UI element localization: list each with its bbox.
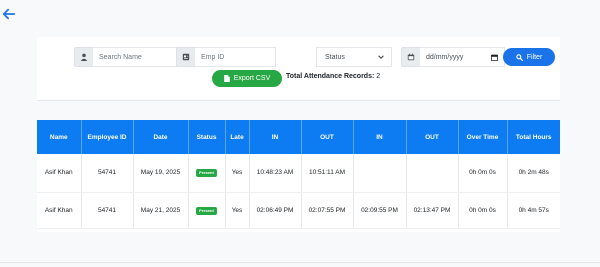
export-csv-button[interactable]: Export CSV (212, 70, 282, 87)
table-row: Asif Khan 54741 May 21, 2025 Present Yes… (37, 192, 560, 229)
header-name[interactable]: Name (37, 120, 82, 154)
cell-over-time: 0h 0m 0s (458, 154, 508, 193)
search-name-input[interactable]: Search Name (93, 47, 178, 67)
filter-bar: Search Name Emp ID Status dd/mm/yyyy Fil… (74, 47, 564, 69)
cell-in-2: 02:09:55 PM (353, 192, 407, 229)
back-arrow-icon[interactable] (2, 7, 16, 21)
emp-id-placeholder: Emp ID (201, 53, 225, 61)
date-picker-icon[interactable] (491, 54, 498, 61)
search-icon (515, 53, 523, 61)
cell-out-2: 02:13:47 PM (406, 192, 459, 229)
cell-total-hours: 0h 4m 57s (507, 192, 560, 229)
search-name-group: Search Name (74, 47, 178, 67)
cell-late: Yes (225, 154, 250, 193)
emp-id-group: Emp ID (176, 47, 276, 67)
header-over-time[interactable]: Over Time (458, 120, 508, 154)
table-row: Asif Khan 54741 May 19, 2025 Present Yes… (37, 154, 560, 193)
header-out-2[interactable]: OUT (406, 120, 459, 154)
cell-name: Asif Khan (37, 192, 82, 229)
status-select[interactable]: Status (316, 47, 392, 67)
header-late[interactable]: Late (225, 120, 250, 154)
cell-status: Present (188, 154, 226, 193)
export-csv-label: Export CSV (233, 75, 271, 82)
header-in-1[interactable]: IN (249, 120, 302, 154)
cell-status: Present (188, 192, 226, 229)
header-out-1[interactable]: OUT (301, 120, 354, 154)
filter-card: Search Name Emp ID Status dd/mm/yyyy Fil… (37, 37, 560, 101)
cell-date: May 21, 2025 (133, 192, 189, 229)
total-records: Total Attendance Records: 2 (286, 73, 380, 80)
filter-button-label: Filter (526, 53, 543, 61)
header-total-hours[interactable]: Total Hours (507, 120, 560, 154)
file-icon (223, 75, 230, 82)
emp-id-input[interactable]: Emp ID (195, 47, 276, 67)
footer-divider (0, 262, 600, 263)
user-icon (74, 47, 93, 67)
chevron-down-icon (378, 55, 384, 59)
header-in-2[interactable]: IN (353, 120, 407, 154)
cell-in-1: 02:06:49 PM (249, 192, 302, 229)
id-card-icon (176, 47, 195, 67)
total-records-value: 2 (376, 73, 381, 80)
cell-employee-id: 54741 (81, 192, 134, 229)
cell-out-1: 02:07:55 PM (301, 192, 354, 229)
header-status[interactable]: Status (188, 120, 226, 154)
cell-total-hours: 0h 2m 48s (507, 154, 560, 193)
cell-employee-id: 54741 (81, 154, 134, 193)
cell-over-time: 0h 0m 0s (458, 192, 508, 229)
status-select-value: Status (325, 53, 345, 61)
date-placeholder: dd/mm/yyyy (426, 53, 464, 61)
cell-in-1: 10:48:23 AM (249, 154, 302, 193)
header-date[interactable]: Date (133, 120, 189, 154)
search-name-placeholder: Search Name (99, 53, 142, 61)
status-badge: Present (196, 169, 217, 177)
attendance-table: Name Employee ID Date Status Late IN OUT… (37, 120, 560, 229)
status-badge: Present (196, 206, 217, 215)
filter-button[interactable]: Filter (503, 48, 555, 66)
header-employee-id[interactable]: Employee ID (81, 120, 134, 154)
total-records-label: Total Attendance Records: (286, 73, 375, 80)
attendance-table-card: Name Employee ID Date Status Late IN OUT… (37, 120, 560, 232)
cell-late: Yes (225, 192, 250, 229)
cell-out-1: 10:51:11 AM (301, 154, 354, 193)
table-header-row: Name Employee ID Date Status Late IN OUT… (37, 120, 560, 154)
date-group: dd/mm/yyyy (401, 47, 505, 67)
cell-name: Asif Khan (37, 154, 82, 193)
calendar-icon (401, 47, 420, 67)
date-input[interactable]: dd/mm/yyyy (420, 47, 505, 67)
cell-out-2 (406, 154, 459, 193)
cell-date: May 19, 2025 (133, 154, 189, 193)
cell-in-2 (353, 154, 407, 193)
